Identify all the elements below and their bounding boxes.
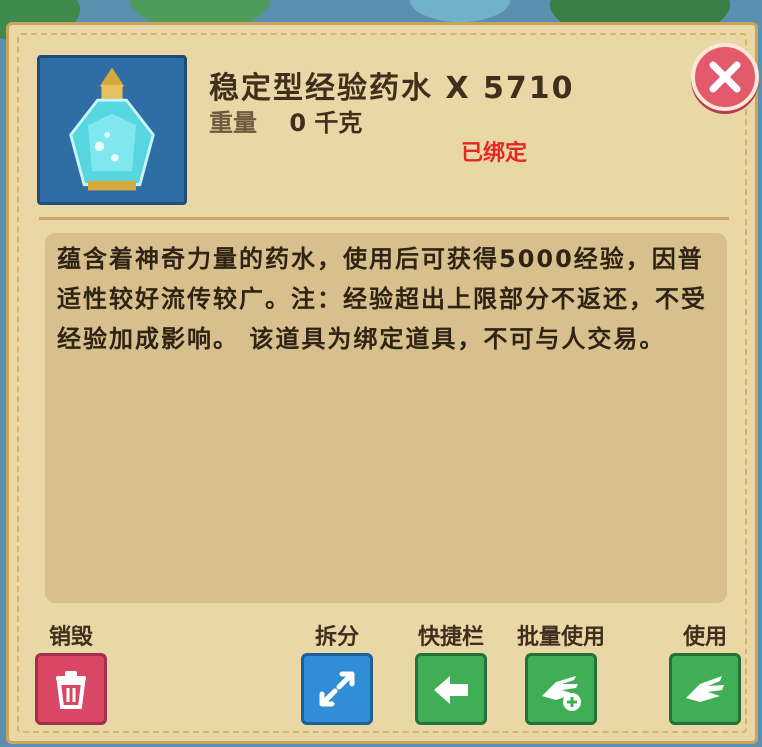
item-detail-panel: 稳定型经验药水 X 5710 重量 0 千克 已绑定 蕴含着神奇力量的药水，使用… bbox=[6, 22, 759, 744]
destroy-action: 销毁 bbox=[35, 619, 107, 725]
quickbar-button[interactable] bbox=[415, 653, 487, 725]
item-name: 稳定型经验药水 X 5710 bbox=[209, 63, 575, 107]
hand-arrow-icon bbox=[434, 676, 468, 704]
batch-use-button[interactable] bbox=[525, 653, 597, 725]
quickbar-label: 快捷栏 bbox=[417, 625, 484, 650]
weight-row: 重量 0 千克 bbox=[209, 103, 362, 138]
batch-use-action: 批量使用 bbox=[517, 619, 605, 725]
divider bbox=[39, 217, 729, 220]
item-description: 蕴含着神奇力量的药水，使用后可获得5000经验，因普适性较好流传较广。注：经验超… bbox=[57, 245, 707, 353]
quickbar-action: 快捷栏 bbox=[415, 619, 487, 725]
item-icon-slot bbox=[37, 55, 187, 205]
trash-icon bbox=[56, 671, 86, 709]
destroy-button[interactable] bbox=[35, 653, 107, 725]
close-button[interactable] bbox=[691, 43, 759, 111]
close-icon bbox=[709, 61, 741, 93]
destroy-label: 销毁 bbox=[48, 625, 93, 650]
split-button[interactable] bbox=[301, 653, 373, 725]
split-action: 拆分 bbox=[301, 619, 373, 725]
bound-status: 已绑定 bbox=[461, 141, 528, 166]
batch-use-label: 批量使用 bbox=[517, 625, 606, 650]
use-action: 使用 bbox=[669, 619, 741, 725]
hand-plus-icon bbox=[542, 676, 581, 711]
weight-value: 0 千克 bbox=[289, 109, 363, 137]
description-box: 蕴含着神奇力量的药水，使用后可获得5000经验，因普适性较好流传较广。注：经验超… bbox=[45, 233, 727, 603]
potion-bottle-icon bbox=[69, 67, 155, 191]
item-quantity: X 5710 bbox=[445, 71, 575, 106]
split-label: 拆分 bbox=[314, 625, 359, 650]
split-arrows-icon bbox=[319, 671, 355, 707]
hand-icon bbox=[686, 676, 724, 702]
use-label: 使用 bbox=[682, 625, 727, 650]
weight-label: 重量 bbox=[209, 109, 257, 137]
item-title: 稳定型经验药水 bbox=[209, 71, 433, 106]
use-button[interactable] bbox=[669, 653, 741, 725]
